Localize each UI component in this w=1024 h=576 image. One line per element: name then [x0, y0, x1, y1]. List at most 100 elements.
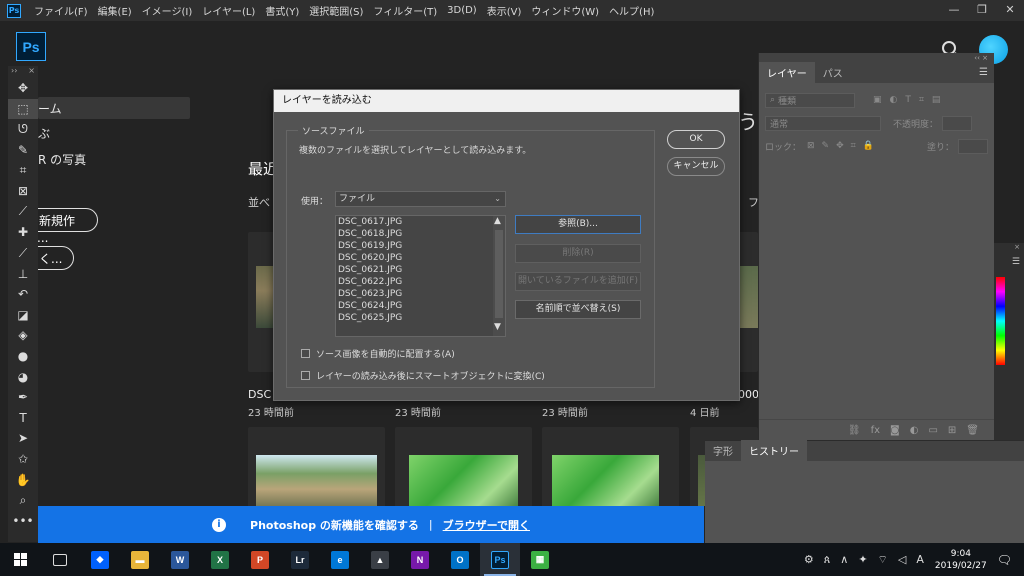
clock[interactable]: 9:04 2019/02/27 — [935, 548, 987, 572]
tab-history[interactable]: ヒストリー — [741, 440, 807, 461]
paint-bucket-tool-icon[interactable]: ◈ — [8, 325, 38, 346]
file-list-item[interactable]: DSC_0618.JPG — [336, 228, 505, 240]
explorer-taskbar-button[interactable]: ▬ — [120, 543, 160, 576]
minimize-icon[interactable]: — — [940, 0, 968, 21]
smart-object-checkbox[interactable]: レイヤーの読み込み後にスマートオブジェクトに変換(C) — [301, 369, 545, 382]
recent-file-thumb[interactable] — [395, 427, 532, 506]
file-list-item[interactable]: DSC_0622.JPG — [336, 276, 505, 288]
chevron-up-icon[interactable]: ∧ — [840, 553, 848, 566]
menu-help[interactable]: ヘルプ(H) — [604, 3, 659, 18]
scroll-thumb[interactable] — [495, 230, 503, 318]
close-icon[interactable]: × — [994, 243, 1024, 251]
lasso-tool-icon[interactable]: ᘎ — [8, 119, 38, 140]
file-list-scrollbar[interactable]: ▲ ▼ — [493, 216, 505, 336]
remove-button[interactable]: 削除(R) — [515, 244, 641, 263]
tab-paths[interactable]: パス — [815, 62, 851, 83]
more-tools-icon[interactable]: ••• — [8, 510, 38, 531]
scroll-up-icon[interactable]: ▲ — [494, 216, 501, 226]
layer-filter-icons[interactable]: ▣◐T⌗▤ — [873, 95, 948, 105]
action-center-icon[interactable]: 🗨 — [997, 553, 1012, 567]
file-list-item[interactable]: DSC_0623.JPG — [336, 288, 505, 300]
onenote-taskbar-button[interactable]: N — [400, 543, 440, 576]
auto-align-checkbox[interactable]: ソース画像を自動的に配置する(A) — [301, 347, 455, 360]
eyedropper-tool-icon[interactable]: ⟋ — [8, 202, 38, 223]
file-list-item[interactable]: DSC_0625.JPG — [336, 312, 505, 324]
image-viewer-taskbar-button[interactable]: ▦ — [520, 543, 560, 576]
marquee-tool-icon[interactable]: ⬚ — [8, 98, 38, 120]
blur-tool-icon[interactable]: ● — [8, 346, 38, 367]
menu-layer[interactable]: レイヤー(L) — [197, 3, 260, 18]
color-spectrum[interactable] — [996, 277, 1005, 365]
edge-taskbar-button[interactable]: e — [320, 543, 360, 576]
move-tool-icon[interactable]: ✥ — [8, 78, 38, 99]
volume-icon[interactable]: ◁ — [898, 553, 906, 566]
checkbox-box[interactable] — [301, 349, 310, 358]
link-layers-icon[interactable]: ⛓ — [848, 425, 861, 436]
open-button[interactable]: く... — [38, 246, 74, 270]
new-layer-icon[interactable]: ⊞ — [948, 425, 956, 436]
crop-tool-icon[interactable]: ⌗ — [8, 160, 38, 181]
photoshop-taskbar-button[interactable]: Ps — [480, 543, 520, 576]
powerpoint-taskbar-button[interactable]: P — [240, 543, 280, 576]
checkbox-box[interactable] — [301, 371, 310, 380]
file-list-item[interactable]: DSC_0624.JPG — [336, 300, 505, 312]
open-in-browser-link[interactable]: ブラウザーで開く — [443, 517, 530, 533]
outlook-taskbar-button[interactable]: O — [440, 543, 480, 576]
scroll-down-icon[interactable]: ▼ — [494, 322, 501, 332]
menu-filter[interactable]: フィルター(T) — [368, 3, 442, 18]
history-brush-tool-icon[interactable]: ↶ — [8, 284, 38, 305]
lightroom-taskbar-button[interactable]: Lr — [280, 543, 320, 576]
close-icon[interactable]: ✕ — [996, 0, 1024, 21]
menu-view[interactable]: 表示(V) — [482, 3, 527, 18]
file-list-item[interactable]: DSC_0619.JPG — [336, 240, 505, 252]
nav-lr-photos[interactable]: R の写真 — [38, 151, 86, 168]
frame-tool-icon[interactable]: ⊠ — [8, 181, 38, 202]
nav-home[interactable]: ーム — [38, 100, 62, 117]
create-new-button[interactable]: 新規作成... — [38, 208, 98, 245]
expand-toolbar-icon[interactable]: ›› — [11, 66, 17, 78]
lock-icons[interactable]: ⊠✎✥⌗🔒 — [807, 141, 881, 151]
tab-glyphs[interactable]: 字形 — [705, 440, 741, 461]
menu-3d[interactable]: 3D(D) — [442, 5, 482, 16]
blend-mode-select[interactable]: 通常 — [765, 115, 881, 131]
menu-window[interactable]: ウィンドウ(W) — [526, 3, 604, 18]
mask-icon[interactable]: ◙ — [890, 425, 900, 436]
custom-shape-tool-icon[interactable]: ✩ — [8, 449, 38, 470]
healing-brush-tool-icon[interactable]: ✚ — [8, 222, 38, 243]
adjustment-icon[interactable]: ◐ — [910, 425, 919, 436]
use-select[interactable]: ファイル ⌄ — [335, 191, 506, 207]
menu-image[interactable]: イメージ(I) — [137, 3, 198, 18]
menu-select[interactable]: 選択範囲(S) — [304, 3, 368, 18]
nav-learn[interactable]: ぶ — [38, 125, 50, 142]
ime-icon[interactable]: A — [916, 553, 924, 566]
browse-button[interactable]: 参照(B)... — [515, 215, 641, 234]
close-toolbar-icon[interactable]: × — [28, 66, 35, 78]
group-icon[interactable]: ▭ — [928, 425, 937, 436]
brush-tool-icon[interactable]: ⟋ — [8, 243, 38, 264]
type-tool-icon[interactable]: T — [8, 408, 38, 429]
help-icon[interactable]: ⚙ — [804, 553, 814, 566]
stamp-tool-icon[interactable]: ⊥ — [8, 263, 38, 284]
dropbox-taskbar-button[interactable]: ◆ — [80, 543, 120, 576]
menu-file[interactable]: ファイル(F) — [29, 3, 93, 18]
file-list-item[interactable]: DSC_0620.JPG — [336, 252, 505, 264]
pen-tool-icon[interactable]: ✒ — [8, 387, 38, 408]
recent-file-thumb[interactable] — [248, 427, 385, 506]
zoom-tool-icon[interactable]: ⌕ — [8, 490, 38, 511]
eraser-tool-icon[interactable]: ◪ — [8, 305, 38, 326]
file-list-item[interactable]: DSC_0617.JPG — [336, 216, 505, 228]
recent-file-thumb[interactable] — [542, 427, 679, 506]
trash-icon[interactable]: 🗑 — [966, 425, 979, 436]
word-taskbar-button[interactable]: W — [160, 543, 200, 576]
path-select-tool-icon[interactable]: ➤ — [8, 428, 38, 449]
opacity-field[interactable] — [942, 115, 973, 131]
fx-icon[interactable]: fx — [871, 425, 880, 436]
excel-taskbar-button[interactable]: X — [200, 543, 240, 576]
photos-taskbar-button[interactable]: ▲ — [360, 543, 400, 576]
fill-field[interactable] — [958, 138, 988, 154]
menu-type[interactable]: 書式(Y) — [260, 3, 304, 18]
panel-menu-icon[interactable]: ☰ — [994, 257, 1024, 267]
ok-button[interactable]: OK — [667, 130, 725, 149]
menu-edit[interactable]: 編集(E) — [93, 3, 137, 18]
wifi-icon[interactable]: ⌔ — [878, 553, 888, 567]
